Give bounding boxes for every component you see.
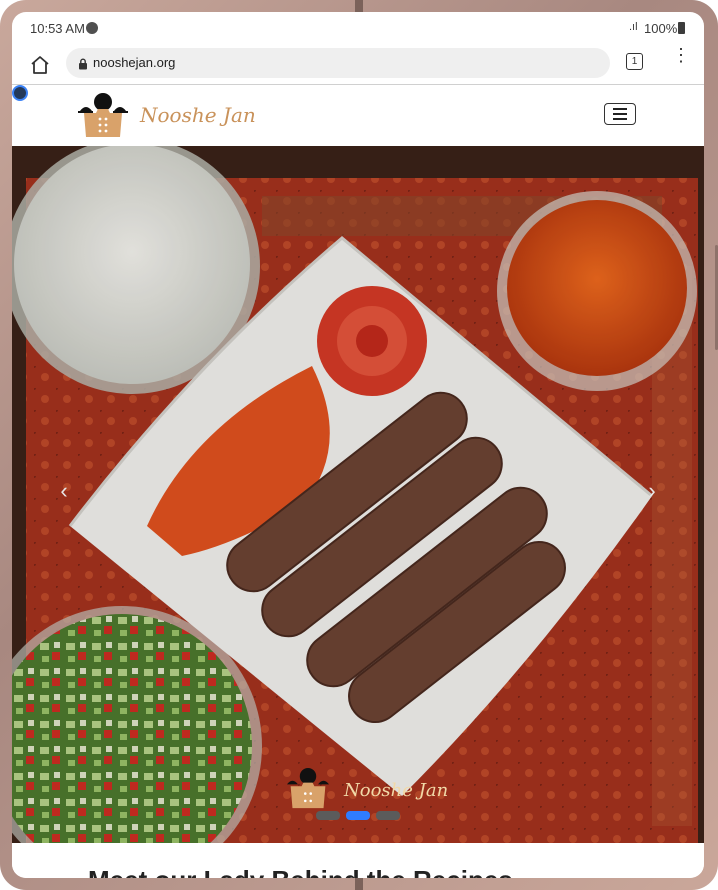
lock-icon: [78, 57, 88, 75]
caption-brand-name: Nooshe Jan: [344, 780, 449, 801]
intro-section: Meet our Lady Behind the Recipes: [12, 843, 704, 878]
device-hinge-bottom: [355, 878, 363, 890]
device-frame: 10:53 AM .ıl 100% nooshejan.org 1 ⋮ Noos…: [0, 0, 718, 890]
carousel-indicator[interactable]: [376, 811, 400, 820]
browser-menu-icon[interactable]: ⋮: [672, 46, 690, 64]
kebab-platter-photo: [12, 146, 704, 843]
site-header: Nooshe Jan: [12, 84, 704, 147]
address-bar[interactable]: nooshejan.org: [66, 48, 610, 78]
status-time: 10:53 AM: [30, 21, 85, 36]
browser-toolbar: nooshejan.org 1 ⋮: [12, 46, 704, 84]
signal-icon: .ıl: [629, 21, 638, 33]
url-text: nooshejan.org: [93, 55, 176, 70]
caption-chef-logo-icon: [282, 768, 334, 815]
device-hinge-top: [355, 0, 363, 12]
brand-name[interactable]: Nooshe Jan: [140, 103, 256, 127]
hamburger-menu-button[interactable]: [604, 103, 636, 125]
chef-logo-icon[interactable]: [76, 93, 130, 144]
battery-icon: [678, 22, 685, 34]
spotify-icon: [86, 22, 98, 34]
tab-switcher-button[interactable]: 1: [626, 53, 643, 70]
home-icon[interactable]: [28, 53, 52, 77]
carousel-prev-button[interactable]: ‹: [52, 476, 76, 506]
screen: 10:53 AM .ıl 100% nooshejan.org 1 ⋮ Noos…: [12, 12, 704, 878]
focus-indicator: [12, 85, 28, 101]
status-bar: 10:53 AM .ıl 100%: [12, 12, 704, 46]
hero-carousel: ‹ › Nooshe Jan: [12, 146, 704, 843]
section-heading: Meet our Lady Behind the Recipes: [88, 865, 513, 878]
hamburger-line: [613, 113, 627, 115]
carousel-indicator[interactable]: [316, 811, 340, 820]
hamburger-line: [613, 108, 627, 110]
carousel-indicator-active[interactable]: [346, 811, 370, 820]
battery-percent: 100%: [644, 21, 678, 36]
hamburger-line: [613, 118, 627, 120]
carousel-next-button[interactable]: ›: [640, 476, 664, 506]
